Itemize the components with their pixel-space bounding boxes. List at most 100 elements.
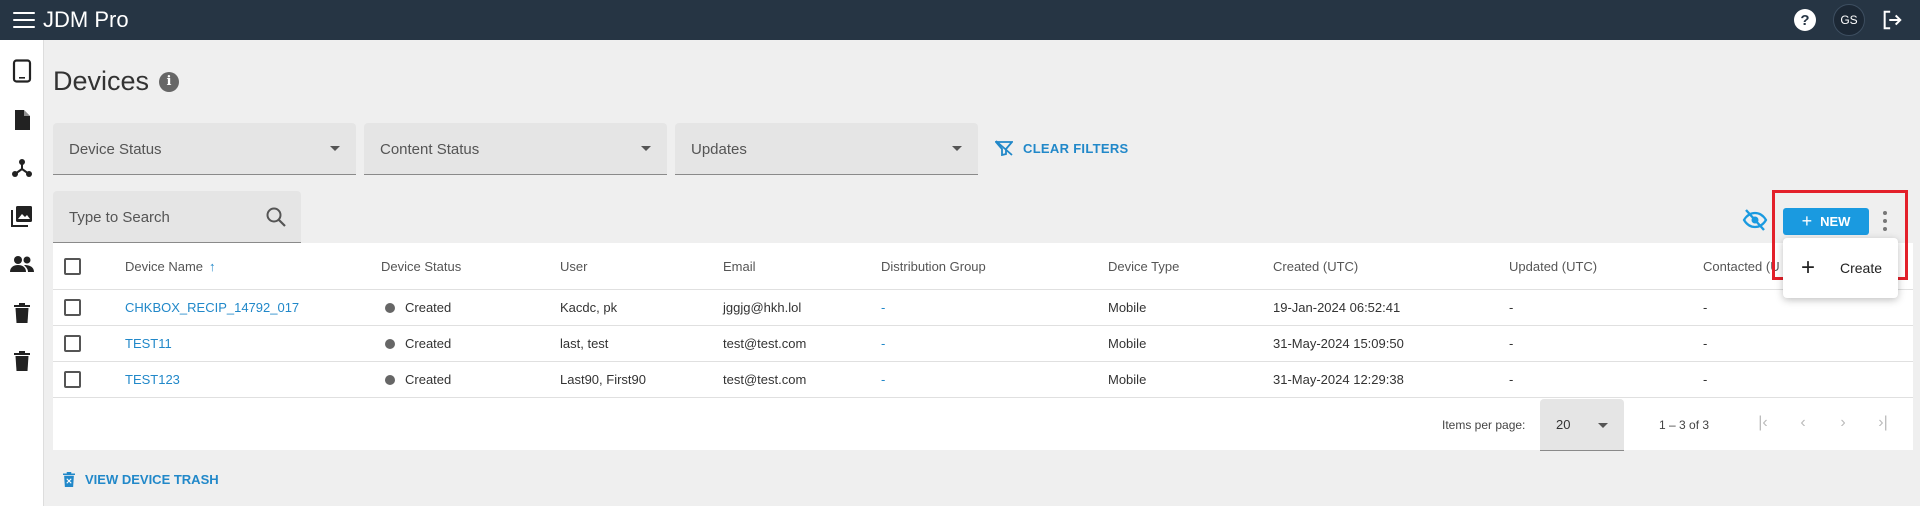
next-page-icon[interactable]: › <box>1831 411 1855 435</box>
new-menu: + Create <box>1783 238 1898 298</box>
select-all-checkbox[interactable] <box>64 258 81 275</box>
distribution-group-link[interactable]: - <box>881 372 885 387</box>
nav-users[interactable] <box>0 246 44 282</box>
contacted-cell: - <box>1703 372 1708 387</box>
row-checkbox[interactable] <box>64 335 81 352</box>
menu-item-label: Create <box>1840 260 1883 276</box>
status-dot-icon <box>385 339 395 349</box>
table-row[interactable]: TEST123 Created Last90, First90 test@tes… <box>53 362 1913 398</box>
device-type-cell: Mobile <box>1108 300 1147 315</box>
dropdown-arrow-icon <box>641 146 651 151</box>
photo-library-icon <box>11 206 32 227</box>
dropdown-arrow-icon <box>1598 423 1608 428</box>
paginator: Items per page: 20 1 – 3 of 3 |‹ ‹ › ›| <box>53 398 1913 451</box>
status-dot-icon <box>385 375 395 385</box>
filter-label: Updates <box>691 141 747 158</box>
device-name-link[interactable]: TEST123 <box>125 372 180 387</box>
help-icon[interactable]: ? <box>1794 9 1816 31</box>
logout-icon[interactable] <box>1879 7 1905 33</box>
distribution-group-link[interactable]: - <box>881 300 885 315</box>
trash-icon <box>63 472 75 487</box>
more-options-icon[interactable] <box>1882 211 1888 231</box>
distribution-group-link[interactable]: - <box>881 336 885 351</box>
menu-item-create[interactable]: + Create <box>1783 246 1898 290</box>
contacted-cell: - <box>1703 336 1708 351</box>
created-cell: 31-May-2024 12:29:38 <box>1273 372 1404 387</box>
table-row[interactable]: CHKBOX_RECIP_14792_017 Created Kacdc, pk… <box>53 290 1913 326</box>
updated-cell: - <box>1509 372 1514 387</box>
hub-icon <box>12 159 32 177</box>
page-size-value: 20 <box>1556 417 1571 432</box>
table-row[interactable]: TEST11 Created last, test test@test.com … <box>53 326 1913 362</box>
new-button[interactable]: + NEW <box>1783 208 1869 235</box>
column-header-email[interactable]: Email <box>723 259 756 274</box>
tablet-icon <box>12 59 32 83</box>
first-page-icon[interactable]: |‹ <box>1751 411 1775 435</box>
items-per-page-label: Items per page: <box>1442 418 1526 432</box>
column-header-updated[interactable]: Updated (UTC) <box>1509 259 1597 274</box>
view-device-trash-link[interactable]: VIEW DEVICE TRASH <box>63 472 219 487</box>
device-status: Created <box>385 372 451 387</box>
search-input[interactable] <box>69 209 259 226</box>
column-header-contacted[interactable]: Contacted (U <box>1703 259 1780 274</box>
device-name-link[interactable]: CHKBOX_RECIP_14792_017 <box>125 300 299 315</box>
nav-media[interactable] <box>0 198 44 234</box>
plus-icon: + <box>1801 211 1813 231</box>
previous-page-icon[interactable]: ‹ <box>1791 411 1815 435</box>
row-checkbox[interactable] <box>64 371 81 388</box>
contacted-cell: - <box>1703 300 1708 315</box>
range-label: 1 – 3 of 3 <box>1659 418 1710 432</box>
visibility-off-icon[interactable] <box>1742 208 1768 232</box>
app-title: JDM Pro <box>43 7 129 32</box>
email-cell: jggjg@hkh.lol <box>723 300 802 315</box>
nav-trash-2[interactable] <box>0 343 44 379</box>
info-icon[interactable]: i <box>159 71 180 92</box>
updated-cell: - <box>1509 336 1514 351</box>
user-avatar[interactable]: GS <box>1833 4 1865 36</box>
devices-table: Device Name ↑ Device Status User Email Di… <box>53 243 1913 451</box>
plus-icon: + <box>1801 254 1816 281</box>
column-header-user[interactable]: User <box>560 259 587 274</box>
top-actions: ? GS <box>1794 0 1920 40</box>
column-header-distribution-group[interactable]: Distribution Group <box>881 259 986 274</box>
user-cell: Last90, First90 <box>560 372 646 387</box>
clear-filters-button[interactable]: CLEAR FILTERS <box>995 140 1129 156</box>
dropdown-arrow-icon <box>952 146 962 151</box>
column-header-device-type[interactable]: Device Type <box>1108 259 1179 274</box>
device-status: Created <box>385 300 451 315</box>
filter-content-status[interactable]: Content Status <box>364 123 667 175</box>
filter-device-status[interactable]: Device Status <box>53 123 356 175</box>
nav-distribution[interactable] <box>0 150 44 186</box>
new-button-label: NEW <box>1820 214 1851 229</box>
document-icon <box>15 110 30 130</box>
page-size-select[interactable]: 20 <box>1540 399 1624 451</box>
column-header-created[interactable]: Created (UTC) <box>1273 259 1358 274</box>
column-header-device-status[interactable]: Device Status <box>381 259 461 274</box>
nav-trash[interactable] <box>0 295 44 331</box>
last-page-icon[interactable]: ›| <box>1871 411 1895 435</box>
filter-off-icon <box>995 140 1013 156</box>
page-title: Devices i <box>53 66 180 97</box>
user-cell: Kacdc, pk <box>560 300 618 315</box>
device-status: Created <box>385 336 451 351</box>
people-icon <box>10 256 34 272</box>
clear-filters-label: CLEAR FILTERS <box>1023 140 1129 156</box>
top-app-bar: JDM Pro ? GS <box>0 0 1920 40</box>
nav-content[interactable] <box>0 102 44 138</box>
filter-label: Content Status <box>380 141 480 158</box>
status-dot-icon <box>385 303 395 313</box>
row-checkbox[interactable] <box>64 299 81 316</box>
sort-ascending-icon: ↑ <box>209 259 216 274</box>
filter-label: Device Status <box>69 141 162 158</box>
updated-cell: - <box>1509 300 1514 315</box>
filter-updates[interactable]: Updates <box>675 123 978 175</box>
column-header-device-name[interactable]: Device Name ↑ <box>125 259 216 274</box>
nav-devices[interactable] <box>0 53 44 89</box>
device-name-link[interactable]: TEST11 <box>125 336 172 351</box>
created-cell: 31-May-2024 15:09:50 <box>1273 336 1404 351</box>
search-icon[interactable] <box>265 206 287 228</box>
search-field[interactable] <box>53 191 301 243</box>
email-cell: test@test.com <box>723 336 807 351</box>
dropdown-arrow-icon <box>330 146 340 151</box>
menu-icon[interactable] <box>13 12 35 28</box>
